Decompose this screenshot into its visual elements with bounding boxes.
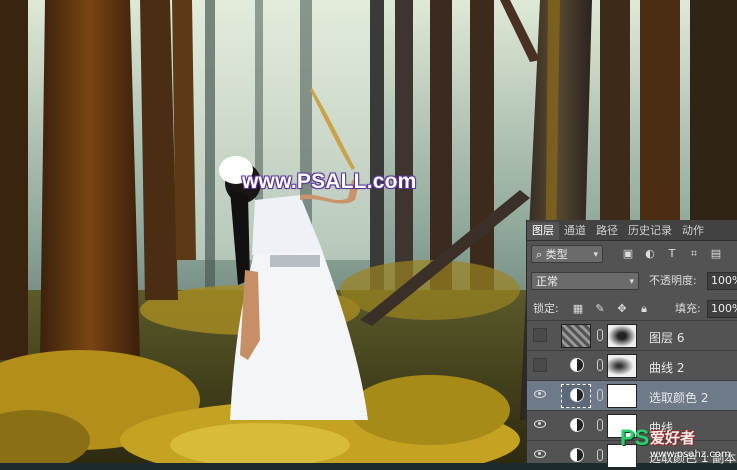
layer-row-selective-color-2[interactable]: 选取颜色 2 — [527, 380, 737, 410]
lock-brush-icon[interactable]: ✎ — [593, 302, 607, 316]
chevron-down-icon: ▾ — [593, 250, 598, 260]
layer-name: 图层 6 — [649, 331, 685, 345]
filter-label: 类型 — [545, 248, 568, 261]
adjustment-icon — [570, 418, 584, 432]
tab-channels[interactable]: 通道 — [559, 222, 591, 240]
shape-filter-icon[interactable]: ⌗ — [687, 247, 701, 261]
ps-logo: PS — [620, 425, 650, 450]
lock-label: 锁定: — [533, 302, 559, 315]
visibility-toggle[interactable] — [533, 328, 547, 342]
layer-thumbnail — [561, 324, 591, 348]
adjustment-icon — [570, 388, 584, 402]
search-icon: ⌕ — [536, 248, 546, 261]
link-icon — [597, 389, 603, 401]
layer-name: 曲线 2 — [649, 361, 685, 375]
layer-row-6[interactable]: 图层 6 — [527, 320, 737, 350]
logo-site: www.psahz.com — [650, 449, 731, 460]
mask-thumbnail[interactable] — [607, 384, 637, 408]
adjustment-filter-icon[interactable]: ◐ — [643, 247, 657, 261]
fill-input[interactable]: 100% — [707, 300, 737, 318]
blend-mode-select[interactable]: 正常 ▾ — [531, 272, 639, 290]
adjustment-icon — [570, 448, 584, 462]
visibility-toggle[interactable] — [533, 358, 547, 372]
tab-actions[interactable]: 动作 — [677, 222, 709, 240]
link-icon — [597, 449, 603, 461]
mask-thumbnail[interactable] — [607, 324, 637, 348]
logo-text: 爱好者 — [650, 429, 696, 447]
layer-filter-select[interactable]: ⌕ 类型 ▾ — [531, 245, 603, 263]
tab-history[interactable]: 历史记录 — [623, 222, 677, 240]
link-icon — [597, 419, 603, 431]
blend-mode-value: 正常 — [536, 275, 558, 288]
layer-row-curves-2[interactable]: 曲线 2 — [527, 350, 737, 380]
adjustment-icon — [570, 358, 584, 372]
watermark-text: www.PSALL.com — [242, 170, 417, 193]
tab-layers[interactable]: 图层 — [527, 222, 559, 240]
lock-move-icon[interactable]: ✥ — [615, 302, 629, 316]
fill-label: 填充: — [675, 302, 701, 315]
image-filter-icon[interactable]: ▣ — [621, 247, 635, 261]
type-filter-icon[interactable]: T — [665, 247, 679, 261]
eye-icon[interactable] — [534, 450, 546, 458]
opacity-label: 不透明度: — [649, 274, 697, 287]
lock-transparent-icon[interactable]: ▦ — [571, 302, 585, 316]
link-icon — [597, 329, 603, 341]
chevron-down-icon: ▾ — [629, 277, 634, 287]
lock-all-icon[interactable]: 🔒︎ — [637, 302, 651, 316]
link-icon — [597, 359, 603, 371]
panel-tabs: 图层 通道 路径 历史记录 动作 — [527, 220, 737, 241]
eye-icon[interactable] — [534, 420, 546, 428]
layer-name: 选取颜色 2 — [649, 391, 709, 405]
tab-paths[interactable]: 路径 — [591, 222, 623, 240]
smart-object-filter-icon[interactable]: ▤ — [709, 247, 723, 261]
opacity-input[interactable]: 100% — [707, 272, 737, 290]
mask-thumbnail[interactable] — [607, 354, 637, 378]
eye-icon[interactable] — [534, 390, 546, 398]
